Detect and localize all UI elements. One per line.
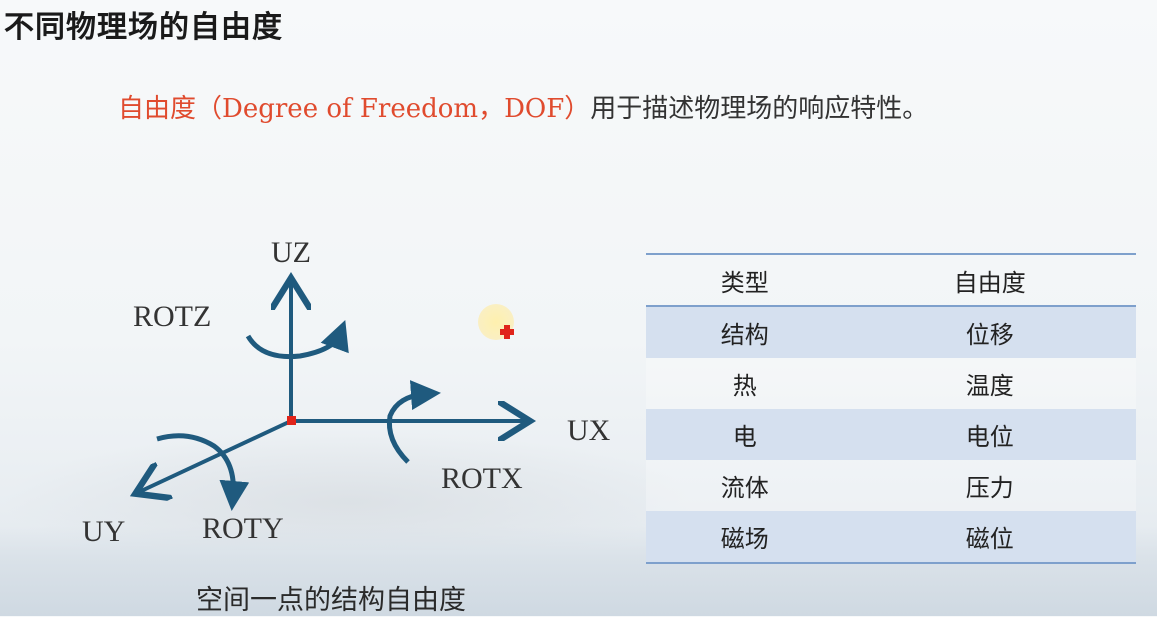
- laser-pointer-icon: [500, 325, 514, 339]
- ux-label: UX: [567, 414, 611, 447]
- diagram-caption: 空间一点的结构自由度: [196, 585, 466, 616]
- rotx-label: ROTX: [441, 462, 523, 495]
- table-row: 电 电位: [646, 409, 1136, 460]
- rotz-arrow: [245, 319, 349, 360]
- origin-point: [287, 416, 296, 425]
- header-type: 类型: [646, 254, 844, 307]
- header-dof: 自由度: [843, 254, 1136, 307]
- uy-axis: [139, 419, 292, 492]
- cell-dof: 电位: [843, 409, 1136, 460]
- table-row: 结构 位移: [646, 306, 1136, 358]
- cell-type: 磁场: [646, 511, 844, 563]
- table-header-row: 类型 自由度: [646, 254, 1136, 307]
- cell-dof: 压力: [843, 460, 1136, 511]
- cell-type: 电: [646, 409, 844, 460]
- uy-label: UY: [82, 515, 125, 548]
- cell-type: 结构: [646, 306, 844, 358]
- table-row: 磁场 磁位: [646, 511, 1136, 563]
- rotz-label: ROTZ: [133, 300, 211, 333]
- uz-label: UZ: [271, 236, 311, 269]
- cell-type: 流体: [646, 460, 844, 511]
- roty-label: ROTY: [202, 512, 284, 545]
- rotx-arrow: [386, 380, 441, 464]
- table-row: 流体 压力: [646, 460, 1136, 511]
- cell-dof: 温度: [843, 358, 1136, 409]
- dof-table: 类型 自由度 结构 位移 热 温度 电 电位 流体 压力 磁场 磁位: [646, 253, 1136, 564]
- cell-type: 热: [646, 358, 844, 409]
- cell-dof: 位移: [843, 306, 1136, 358]
- cell-dof: 磁位: [843, 511, 1136, 563]
- table-row: 热 温度: [646, 358, 1136, 409]
